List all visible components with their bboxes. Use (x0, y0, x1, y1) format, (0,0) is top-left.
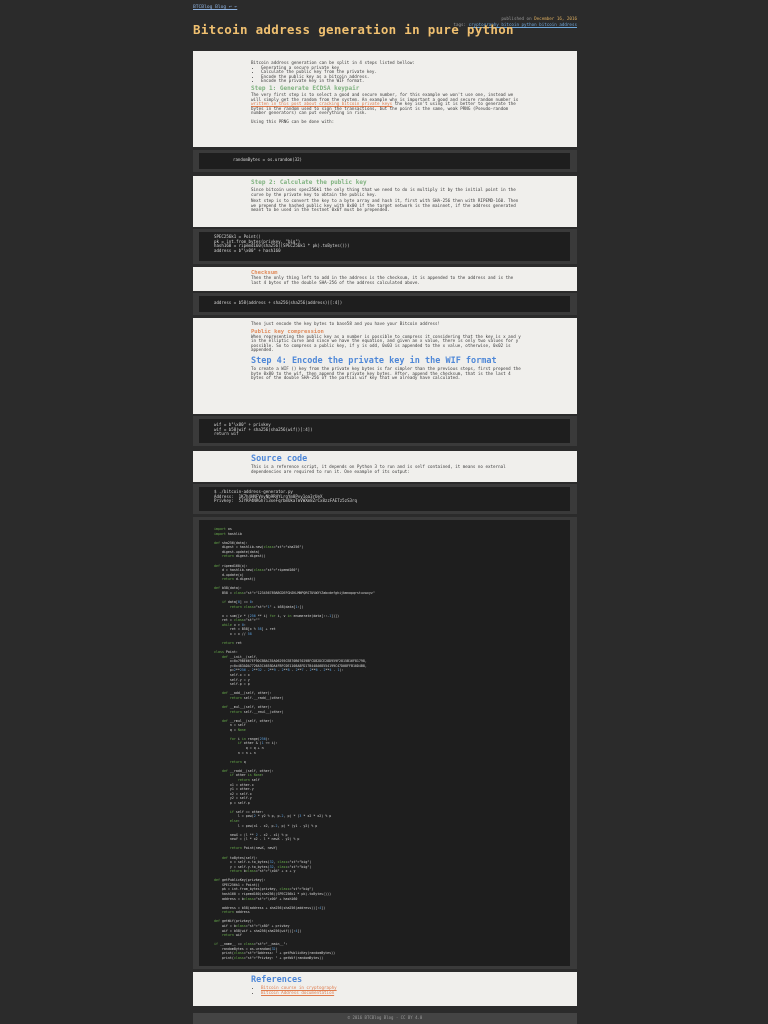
code-line: Privkey: 5JYRP4NRGh7i3xeFqrbmUkaTmVWXm8Z… (214, 498, 357, 504)
code-line: address = b"\x00" + hash160 (214, 247, 281, 253)
footer: © 2016 BTCBlog Blog · CC BY 4.0 (193, 1013, 577, 1024)
source-text: This is a reference script, it depends o… (251, 464, 506, 474)
code-lines: SPEC256k1 = Point() pk = int.from_bytes(… (214, 234, 350, 253)
intro-panel: Bitcoin address generation can be split … (193, 51, 577, 147)
step2-heading: Step 2: Calculate the public key (251, 179, 367, 186)
checksum-panel: Checksum Then the only thing left to add… (193, 267, 577, 291)
step4-text: To create a WIF () key from the private … (251, 365, 521, 381)
code-block-3: address = b58(address + sha256(sha256(ad… (199, 296, 570, 312)
code-lines: wif = b"\x80" + privkey wif = b58(wif + … (214, 422, 313, 437)
code-block-4: wif = b"\x80" + privkey wif = b58(wif + … (199, 419, 570, 443)
step4-heading: Step 4: Encode the private key in the WI… (251, 355, 497, 366)
blog-home-link[interactable]: BTCBlog Blog ↩ ← (193, 5, 237, 10)
code-line: print(class="st">"Privkey: " + getWif(ra… (214, 955, 324, 960)
source-heading: Source code (251, 454, 308, 464)
list-item: Encode the private key in the WIF format… (261, 79, 521, 84)
references-panel: References Bitcoin course in cryptograph… (193, 972, 577, 1006)
post-date: December 16, 2016 (534, 16, 577, 21)
code-line: return wif (214, 431, 239, 437)
source-code-block: import os import hashlib def sha256(data)… (199, 520, 570, 966)
code-block-5: $ ./bitcoin-address-generator.py Address… (199, 487, 570, 511)
published-label: published on (501, 16, 532, 21)
code-lines: $ ./bitcoin-address-generator.py Address… (214, 489, 357, 504)
step2-panel: Step 2: Calculate the public key Since b… (193, 176, 577, 227)
step3-panel: Then just encode the key bytes to base58… (193, 318, 577, 414)
step2-text-2: Next step is to convert the key to a byt… (251, 198, 519, 213)
code-block-2: SPEC256k1 = Point() pk = int.from_bytes(… (199, 232, 570, 261)
source-code: import os import hashlib def sha256(data)… (214, 527, 375, 960)
steps-list: Generating a secure private key Calculat… (251, 65, 521, 84)
code-line: B58 = class="st">"123456789ABCDEFGHJKLMN… (214, 590, 375, 595)
code-block-1: randomBytes = os.urandom(32) (199, 153, 570, 169)
compression-text: When representing the public key as a nu… (251, 333, 521, 353)
step2-text-1: Since bitcoin uses spec256k1 the only th… (251, 187, 516, 197)
code-line: address = b58(address + sha256(sha256(ad… (214, 300, 343, 305)
code-line: randomBytes = os.urandom(32) (233, 157, 303, 162)
base58-text: Then just encode the key bytes to base58… (251, 321, 441, 326)
prng-text: Using this PRNG can be done with: (251, 118, 335, 124)
reference-link[interactable]: Bitcoin Address documentation (261, 990, 334, 995)
page-title: Bitcoin address generation in pure pytho… (193, 22, 514, 37)
step1-text: The very first step is to select a good … (251, 91, 519, 116)
references-list: Bitcoin course in cryptography Bitcoin A… (251, 985, 521, 995)
source-panel: Source code This is a reference script, … (193, 451, 577, 482)
checksum-text: Then the only thing left to add in the a… (251, 275, 514, 285)
references-heading: References (251, 975, 303, 985)
